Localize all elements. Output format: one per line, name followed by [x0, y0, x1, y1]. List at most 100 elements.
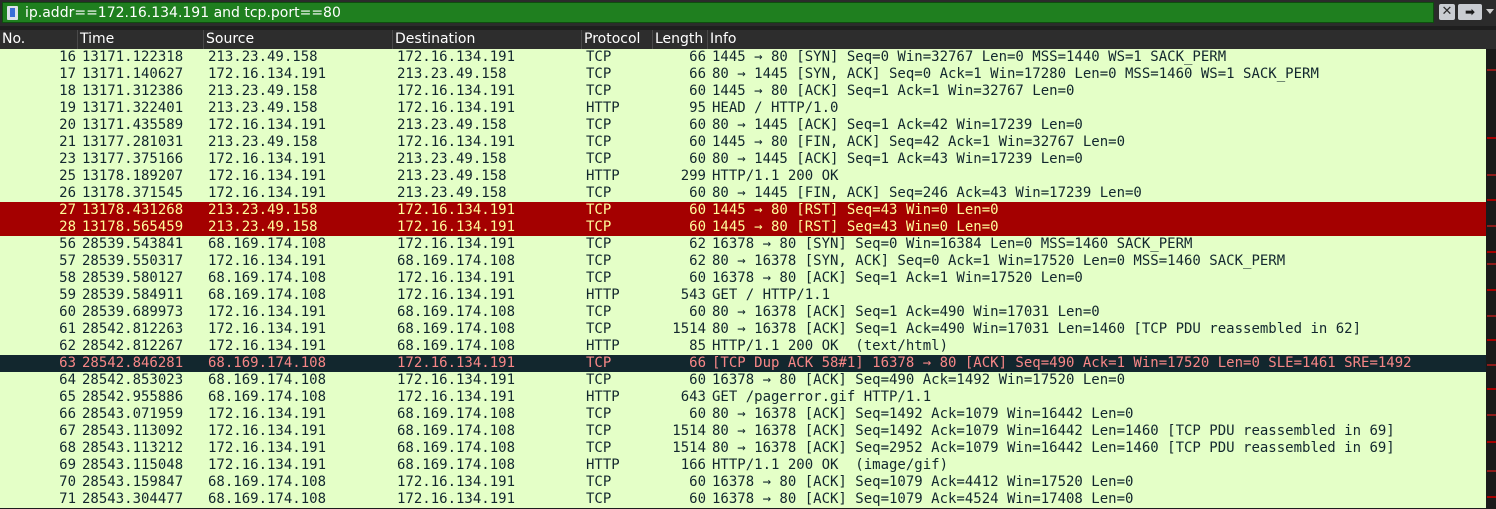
- packet-destination: 213.23.49.158: [397, 151, 507, 167]
- scrollbar-marker: [1487, 496, 1496, 498]
- packet-row[interactable]: 61 28542.812263 172.16.134.191 68.169.174.1…: [0, 321, 1486, 338]
- packet-protocol: TCP: [586, 219, 612, 235]
- column-header-destination[interactable]: Destination: [393, 30, 582, 49]
- scrollbar-marker: [1487, 441, 1496, 443]
- packet-row[interactable]: 70 28543.159847 68.169.174.108 172.16.134.1…: [0, 474, 1486, 491]
- chevron-down-icon[interactable]: [1486, 9, 1494, 14]
- packet-info: 80 → 16378 [SYN, ACK] Seq=0 Ack=1 Win=17…: [712, 253, 1286, 269]
- packet-row[interactable]: 26 13178.371545 172.16.134.191 213.23.49.15…: [0, 185, 1486, 202]
- scrollbar-marker: [1487, 69, 1496, 71]
- packet-row[interactable]: 28 13178.565459 213.23.49.158 172.16.134.19…: [0, 219, 1486, 236]
- packet-source: 213.23.49.158: [208, 83, 318, 99]
- packet-source: 172.16.134.191: [208, 423, 327, 439]
- packet-protocol: TCP: [586, 355, 612, 371]
- packet-destination: 172.16.134.191: [397, 236, 516, 252]
- packet-no: 67: [59, 423, 76, 439]
- packet-destination: 68.169.174.108: [397, 423, 516, 439]
- packet-row[interactable]: 25 13178.189207 172.16.134.191 213.23.49.15…: [0, 168, 1486, 185]
- packet-source: 68.169.174.108: [208, 389, 327, 405]
- packet-no: 56: [59, 236, 76, 252]
- packet-list: 16 13171.122318 213.23.49.158 172.16.134.19…: [0, 49, 1486, 509]
- packet-length: 60: [689, 185, 706, 201]
- packet-row[interactable]: 19 13171.322401 213.23.49.158 172.16.134.19…: [0, 100, 1486, 117]
- packet-no: 70: [59, 474, 76, 490]
- packet-protocol: HTTP: [586, 100, 620, 116]
- packet-row[interactable]: 59 28539.584911 68.169.174.108 172.16.134.1…: [0, 287, 1486, 304]
- packet-row[interactable]: 69 28543.115048 172.16.134.191 68.169.174.1…: [0, 457, 1486, 474]
- packet-row[interactable]: 21 13177.281031 213.23.49.158 172.16.134.19…: [0, 134, 1486, 151]
- packet-protocol: HTTP: [586, 389, 620, 405]
- packet-row[interactable]: 18 13171.312386 213.23.49.158 172.16.134.19…: [0, 83, 1486, 100]
- packet-time: 28542.812263: [82, 321, 184, 337]
- packet-row[interactable]: 57 28539.550317 172.16.134.191 68.169.174.1…: [0, 253, 1486, 270]
- packet-destination: 213.23.49.158: [397, 66, 507, 82]
- packet-time: 28539.580127: [82, 270, 184, 286]
- packet-time: 28539.584911: [82, 287, 184, 303]
- packet-length: 60: [689, 406, 706, 422]
- column-header-no[interactable]: No.: [0, 30, 78, 49]
- packet-no: 23: [59, 151, 76, 167]
- column-header-protocol[interactable]: Protocol: [582, 30, 653, 49]
- packet-protocol: TCP: [586, 49, 612, 65]
- packet-destination: 68.169.174.108: [397, 338, 516, 354]
- packet-no: 66: [59, 406, 76, 422]
- packet-protocol: TCP: [586, 66, 612, 82]
- packet-row[interactable]: 62 28542.812267 172.16.134.191 68.169.174.1…: [0, 338, 1486, 355]
- packet-row[interactable]: 64 28542.853023 68.169.174.108 172.16.134.1…: [0, 372, 1486, 389]
- packet-row[interactable]: 71 28543.304477 68.169.174.108 172.16.134.1…: [0, 491, 1486, 508]
- packet-no: 28: [59, 219, 76, 235]
- packet-source: 68.169.174.108: [208, 270, 327, 286]
- packet-info: 80 → 1445 [ACK] Seq=1 Ack=43 Win=17239 L…: [712, 151, 1083, 167]
- scrollbar-marker: [1487, 315, 1496, 317]
- packet-no: 58: [59, 270, 76, 286]
- display-filter-input[interactable]: ip.addr==172.16.134.191 and tcp.port==80: [2, 2, 1434, 23]
- packet-source: 172.16.134.191: [208, 185, 327, 201]
- packet-row[interactable]: 68 28543.113212 172.16.134.191 68.169.174.1…: [0, 440, 1486, 457]
- scrollbar-marker: [1487, 470, 1496, 472]
- packet-no: 20: [59, 117, 76, 133]
- packet-destination: 213.23.49.158: [397, 117, 507, 133]
- vertical-scrollbar[interactable]: [1486, 49, 1496, 509]
- packet-row[interactable]: 56 28539.543841 68.169.174.108 172.16.134.1…: [0, 236, 1486, 253]
- packet-row[interactable]: 58 28539.580127 68.169.174.108 172.16.134.1…: [0, 270, 1486, 287]
- column-header-info[interactable]: Info: [708, 30, 1496, 49]
- packet-row[interactable]: 63 28542.846281 68.169.174.108 172.16.134.1…: [0, 355, 1486, 372]
- packet-time: 13171.312386: [82, 83, 184, 99]
- scrollbar-marker: [1487, 414, 1496, 416]
- packet-source: 213.23.49.158: [208, 134, 318, 150]
- close-icon[interactable]: ✕: [1439, 4, 1455, 20]
- packet-row[interactable]: 23 13177.375166 172.16.134.191 213.23.49.15…: [0, 151, 1486, 168]
- packet-info: 1445 → 80 [RST] Seq=43 Win=0 Len=0: [712, 202, 999, 218]
- packet-destination: 68.169.174.108: [397, 304, 516, 320]
- packet-protocol: TCP: [586, 406, 612, 422]
- packet-row[interactable]: 27 13178.431268 213.23.49.158 172.16.134.19…: [0, 202, 1486, 219]
- packet-protocol: TCP: [586, 474, 612, 490]
- packet-protocol: TCP: [586, 440, 612, 456]
- arrow-right-icon[interactable]: ➡: [1458, 4, 1482, 20]
- packet-protocol: TCP: [586, 83, 612, 99]
- packet-info: 1445 → 80 [FIN, ACK] Seq=42 Ack=1 Win=32…: [712, 134, 1126, 150]
- packet-destination: 213.23.49.158: [397, 168, 507, 184]
- bookmark-icon[interactable]: [7, 6, 18, 20]
- packet-protocol: TCP: [586, 151, 612, 167]
- packet-time: 28539.550317: [82, 253, 184, 269]
- packet-source: 172.16.134.191: [208, 338, 327, 354]
- display-filter-text[interactable]: ip.addr==172.16.134.191 and tcp.port==80: [25, 4, 341, 22]
- packet-row[interactable]: 67 28543.113092 172.16.134.191 68.169.174.1…: [0, 423, 1486, 440]
- packet-row[interactable]: 16 13171.122318 213.23.49.158 172.16.134.19…: [0, 49, 1486, 66]
- packet-row[interactable]: 17 13171.140627 172.16.134.191 213.23.49.15…: [0, 66, 1486, 83]
- packet-destination: 172.16.134.191: [397, 83, 516, 99]
- packet-row[interactable]: 20 13171.435589 172.16.134.191 213.23.49.15…: [0, 117, 1486, 134]
- packet-info: HTTP/1.1 200 OK: [712, 168, 839, 184]
- column-header-length[interactable]: Length: [653, 30, 708, 49]
- packet-info: [TCP Dup ACK 58#1] 16378 → 80 [ACK] Seq=…: [712, 355, 1412, 371]
- column-header-source[interactable]: Source: [204, 30, 393, 49]
- packet-source: 172.16.134.191: [208, 440, 327, 456]
- column-header-time[interactable]: Time: [78, 30, 204, 49]
- packet-row[interactable]: 65 28542.955886 68.169.174.108 172.16.134.1…: [0, 389, 1486, 406]
- packet-row[interactable]: 60 28539.689973 172.16.134.191 68.169.174.1…: [0, 304, 1486, 321]
- scrollbar-marker: [1487, 199, 1496, 201]
- packet-row[interactable]: 66 28543.071959 172.16.134.191 68.169.174.1…: [0, 406, 1486, 423]
- packet-destination: 172.16.134.191: [397, 474, 516, 490]
- packet-source: 68.169.174.108: [208, 287, 327, 303]
